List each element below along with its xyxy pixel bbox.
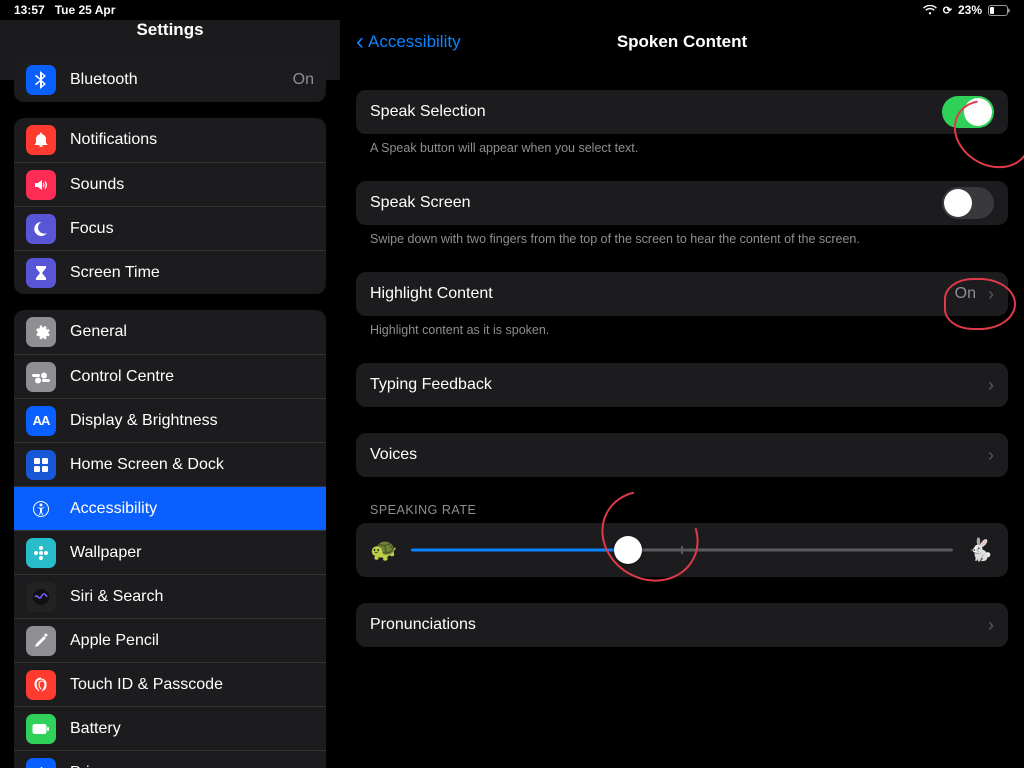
sidebar-item-label: Control Centre: [70, 368, 314, 386]
sidebar-item-label: Siri & Search: [70, 588, 314, 606]
chevron-right-icon: ›: [988, 284, 994, 305]
cell-label: Pronunciations: [370, 616, 976, 634]
touch-icon: [26, 670, 56, 700]
sidebar-item-label: Privacy: [70, 764, 314, 768]
chevron-right-icon: ›: [988, 375, 994, 396]
cell-label: Voices: [370, 446, 976, 464]
chevron-right-icon: ›: [988, 615, 994, 636]
bluetooth-icon: [26, 65, 56, 95]
sidebar-item-screen-time[interactable]: Screen Time: [14, 250, 326, 294]
sidebar-item-general[interactable]: General: [14, 310, 326, 354]
sidebar-item-focus[interactable]: Focus: [14, 206, 326, 250]
sidebar-item-label: Bluetooth: [70, 71, 279, 89]
cell-label: Typing Feedback: [370, 376, 976, 394]
nav-bar: ‹ Accessibility Spoken Content: [340, 20, 1024, 64]
section-header: SPEAKING RATE: [356, 503, 1008, 523]
ctrl-icon: [26, 362, 56, 392]
status-bar: 13:57 Tue 25 Apr ⟳ 23%: [0, 0, 1024, 20]
sidebar-item-privacy[interactable]: Privacy: [14, 750, 326, 768]
sidebar-item-home-screen-dock[interactable]: Home Screen & Dock: [14, 442, 326, 486]
battery-percent: 23%: [958, 3, 982, 17]
battery-icon: [988, 5, 1010, 16]
chevron-left-icon: ‹: [356, 30, 364, 54]
cell-label: Speak Screen: [370, 194, 930, 212]
sidebar-item-label: Focus: [70, 220, 314, 238]
cell-label: Speak Selection: [370, 103, 930, 121]
sidebar-item-bluetooth[interactable]: Bluetooth On: [14, 58, 326, 102]
sidebar-item-siri-search[interactable]: Siri & Search: [14, 574, 326, 618]
sidebar-item-sounds[interactable]: Sounds: [14, 162, 326, 206]
status-time: 13:57: [14, 3, 45, 17]
siri-icon: [26, 582, 56, 612]
page-title: Spoken Content: [617, 32, 747, 52]
sidebar-item-label: Touch ID & Passcode: [70, 676, 314, 694]
flower-icon: [26, 538, 56, 568]
grid-icon: [26, 450, 56, 480]
cell-value: On: [955, 285, 976, 303]
sidebar-item-label: Display & Brightness: [70, 412, 314, 430]
sidebar-item-label: Notifications: [70, 131, 314, 149]
sidebar-item-apple-pencil[interactable]: Apple Pencil: [14, 618, 326, 662]
voices-row[interactable]: Voices ›: [356, 433, 1008, 477]
tortoise-icon: 🐢: [370, 537, 397, 563]
sidebar-item-value: On: [293, 71, 314, 89]
sidebar-item-touch-id-passcode[interactable]: Touch ID & Passcode: [14, 662, 326, 706]
hourglass-icon: [26, 258, 56, 288]
sound-icon: [26, 170, 56, 200]
sidebar-item-label: Battery: [70, 720, 314, 738]
sidebar-item-label: Screen Time: [70, 264, 314, 282]
gear-icon: [26, 317, 56, 347]
cell-footnote: A Speak button will appear when you sele…: [356, 134, 1008, 155]
hare-icon: 🐇: [967, 537, 994, 563]
cell-footnote: Swipe down with two fingers from the top…: [356, 225, 1008, 246]
sidebar-item-control-centre[interactable]: Control Centre: [14, 354, 326, 398]
speak-screen-toggle[interactable]: [942, 187, 994, 219]
status-date: Tue 25 Apr: [55, 3, 116, 17]
access-icon: [26, 494, 56, 524]
back-label: Accessibility: [368, 32, 461, 52]
sidebar-item-label: Accessibility: [70, 500, 314, 518]
sidebar-group-system: Notifications Sounds Focus Screen Time: [14, 118, 326, 294]
speaking-rate-slider-cell: 🐢 🐇: [356, 523, 1008, 577]
speaking-rate-slider[interactable]: [411, 540, 952, 560]
typing-feedback-row[interactable]: Typing Feedback ›: [356, 363, 1008, 407]
speak-selection-toggle[interactable]: [942, 96, 994, 128]
cell-label: Highlight Content: [370, 285, 943, 303]
battery-icon: [26, 714, 56, 744]
sidebar-item-label: Sounds: [70, 176, 314, 194]
pronunciations-row[interactable]: Pronunciations ›: [356, 603, 1008, 647]
sidebar-title: Settings: [0, 20, 340, 52]
moon-icon: [26, 214, 56, 244]
speak-selection-row[interactable]: Speak Selection: [356, 90, 1008, 134]
AA-icon: AA: [26, 406, 56, 436]
sidebar-item-accessibility[interactable]: Accessibility: [14, 486, 326, 530]
sidebar-item-label: Apple Pencil: [70, 632, 314, 650]
sidebar-item-battery[interactable]: Battery: [14, 706, 326, 750]
sidebar-item-notifications[interactable]: Notifications: [14, 118, 326, 162]
sidebar-item-wallpaper[interactable]: Wallpaper: [14, 530, 326, 574]
sidebar-item-label: Wallpaper: [70, 544, 314, 562]
pencil-icon: [26, 626, 56, 656]
detail-pane: ‹ Accessibility Spoken Content Speak Sel…: [340, 20, 1024, 768]
sidebar-item-label: General: [70, 323, 314, 341]
sidebar-item-label: Home Screen & Dock: [70, 456, 314, 474]
speak-screen-row[interactable]: Speak Screen: [356, 181, 1008, 225]
orientation-lock-icon: ⟳: [943, 4, 952, 17]
settings-sidebar: Settings Bluetooth On Notifications Sound…: [0, 20, 340, 768]
chevron-right-icon: ›: [988, 445, 994, 466]
wifi-icon: [923, 5, 937, 15]
back-button[interactable]: ‹ Accessibility: [356, 30, 461, 54]
bell-icon: [26, 125, 56, 155]
cell-footnote: Highlight content as it is spoken.: [356, 316, 1008, 337]
sidebar-item-display-brightness[interactable]: AA Display & Brightness: [14, 398, 326, 442]
highlight-content-row[interactable]: Highlight Content On ›: [356, 272, 1008, 316]
sidebar-group-general: General Control Centre AA Display & Brightn…: [14, 310, 326, 768]
hand-icon: [26, 758, 56, 768]
